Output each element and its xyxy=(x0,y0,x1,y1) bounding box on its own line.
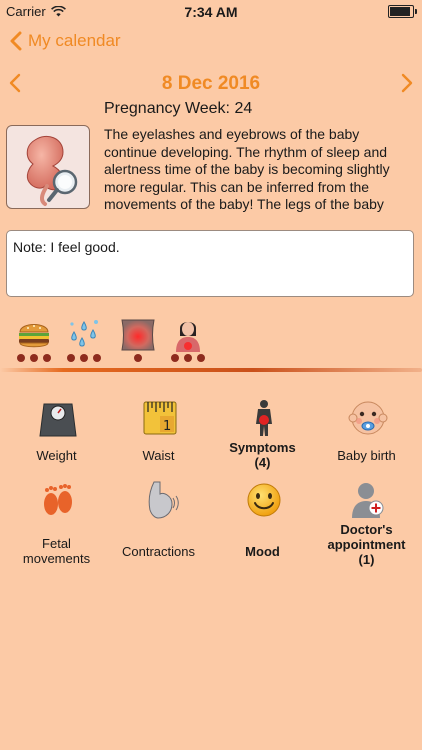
chevron-left-icon xyxy=(10,31,22,51)
quick-item-sweat[interactable] xyxy=(66,318,102,366)
pregnant-belly-icon xyxy=(148,481,179,519)
waist-label: Waist xyxy=(142,448,175,463)
baby-face-icon xyxy=(348,401,388,435)
symptoms-label-line1: Symptoms xyxy=(229,440,296,455)
contractions-button[interactable]: Contractions xyxy=(106,480,211,566)
chevron-right-icon xyxy=(401,73,413,93)
pregnancy-week: Pregnancy Week: 24 xyxy=(104,100,253,117)
quick-item-woman-pain[interactable] xyxy=(170,318,206,366)
smiley-icon xyxy=(247,483,281,517)
woman-pain-icon xyxy=(176,322,200,352)
intensity-dots xyxy=(16,354,52,362)
svg-text:1: 1 xyxy=(163,419,171,434)
symptoms-button[interactable]: Symptoms (4) xyxy=(210,398,315,484)
baby-birth-button[interactable]: Baby birth xyxy=(314,398,419,484)
quick-item-food[interactable] xyxy=(16,318,52,366)
symptoms-count: (4) xyxy=(254,455,271,470)
burger-icon xyxy=(19,324,49,348)
date-navigator: 8 Dec 2016 xyxy=(0,70,422,98)
fetal-movements-line1: Fetal xyxy=(42,536,71,551)
fetal-movements-line2: movements xyxy=(22,551,91,566)
quick-symptom-row xyxy=(14,318,414,364)
fetus-icon xyxy=(26,136,78,206)
baby-birth-label: Baby birth xyxy=(337,448,396,463)
quick-item-belly-pain[interactable] xyxy=(118,318,158,366)
doctors-appointment-count: (1) xyxy=(358,552,375,567)
mood-label: Mood xyxy=(245,544,280,559)
clock: 7:34 AM xyxy=(184,4,238,20)
fetal-movements-label: Fetal movements xyxy=(4,536,109,566)
battery-icon xyxy=(388,5,417,18)
doctors-appointment-line1: Doctor's xyxy=(340,522,393,537)
weight-button[interactable]: Weight xyxy=(4,398,109,484)
water-drops-icon xyxy=(70,320,98,347)
doctor-icon xyxy=(352,483,384,518)
fetus-image[interactable] xyxy=(6,125,90,209)
next-day-button[interactable] xyxy=(400,72,414,99)
doctors-appointment-button[interactable]: Doctor's appointment (1) xyxy=(314,480,419,567)
intensity-dots xyxy=(66,354,102,362)
weight-label: Weight xyxy=(36,448,77,463)
nav-bar: My calendar xyxy=(0,22,422,66)
scale-icon xyxy=(39,403,77,437)
belly-pain-icon xyxy=(121,319,155,351)
waist-button[interactable]: 1 Waist xyxy=(106,398,211,484)
week-description: The eyelashes and eyebrows of the baby c… xyxy=(104,126,390,212)
fetal-movements-button[interactable]: Fetal movements xyxy=(4,480,109,566)
date-title: 8 Dec 2016 xyxy=(161,73,261,94)
body-symptoms-icon xyxy=(256,400,272,436)
symptoms-label: Symptoms (4) xyxy=(210,440,315,470)
back-button[interactable]: My calendar xyxy=(10,31,121,51)
doctors-appointment-label: Doctor's appointment (1) xyxy=(314,522,419,567)
back-label: My calendar xyxy=(28,31,121,50)
contractions-label: Contractions xyxy=(122,544,195,559)
intensity-dots xyxy=(170,354,206,362)
doctors-appointment-line2: appointment xyxy=(327,537,406,552)
mood-button[interactable]: Mood xyxy=(210,480,315,566)
section-divider xyxy=(0,368,422,372)
note-field[interactable]: Note: I feel good. xyxy=(6,230,414,297)
measuring-tape-icon: 1 xyxy=(143,401,177,435)
status-bar: Carrier 7:34 AM xyxy=(0,0,422,22)
baby-feet-icon xyxy=(44,484,72,515)
intensity-dots xyxy=(118,354,158,362)
